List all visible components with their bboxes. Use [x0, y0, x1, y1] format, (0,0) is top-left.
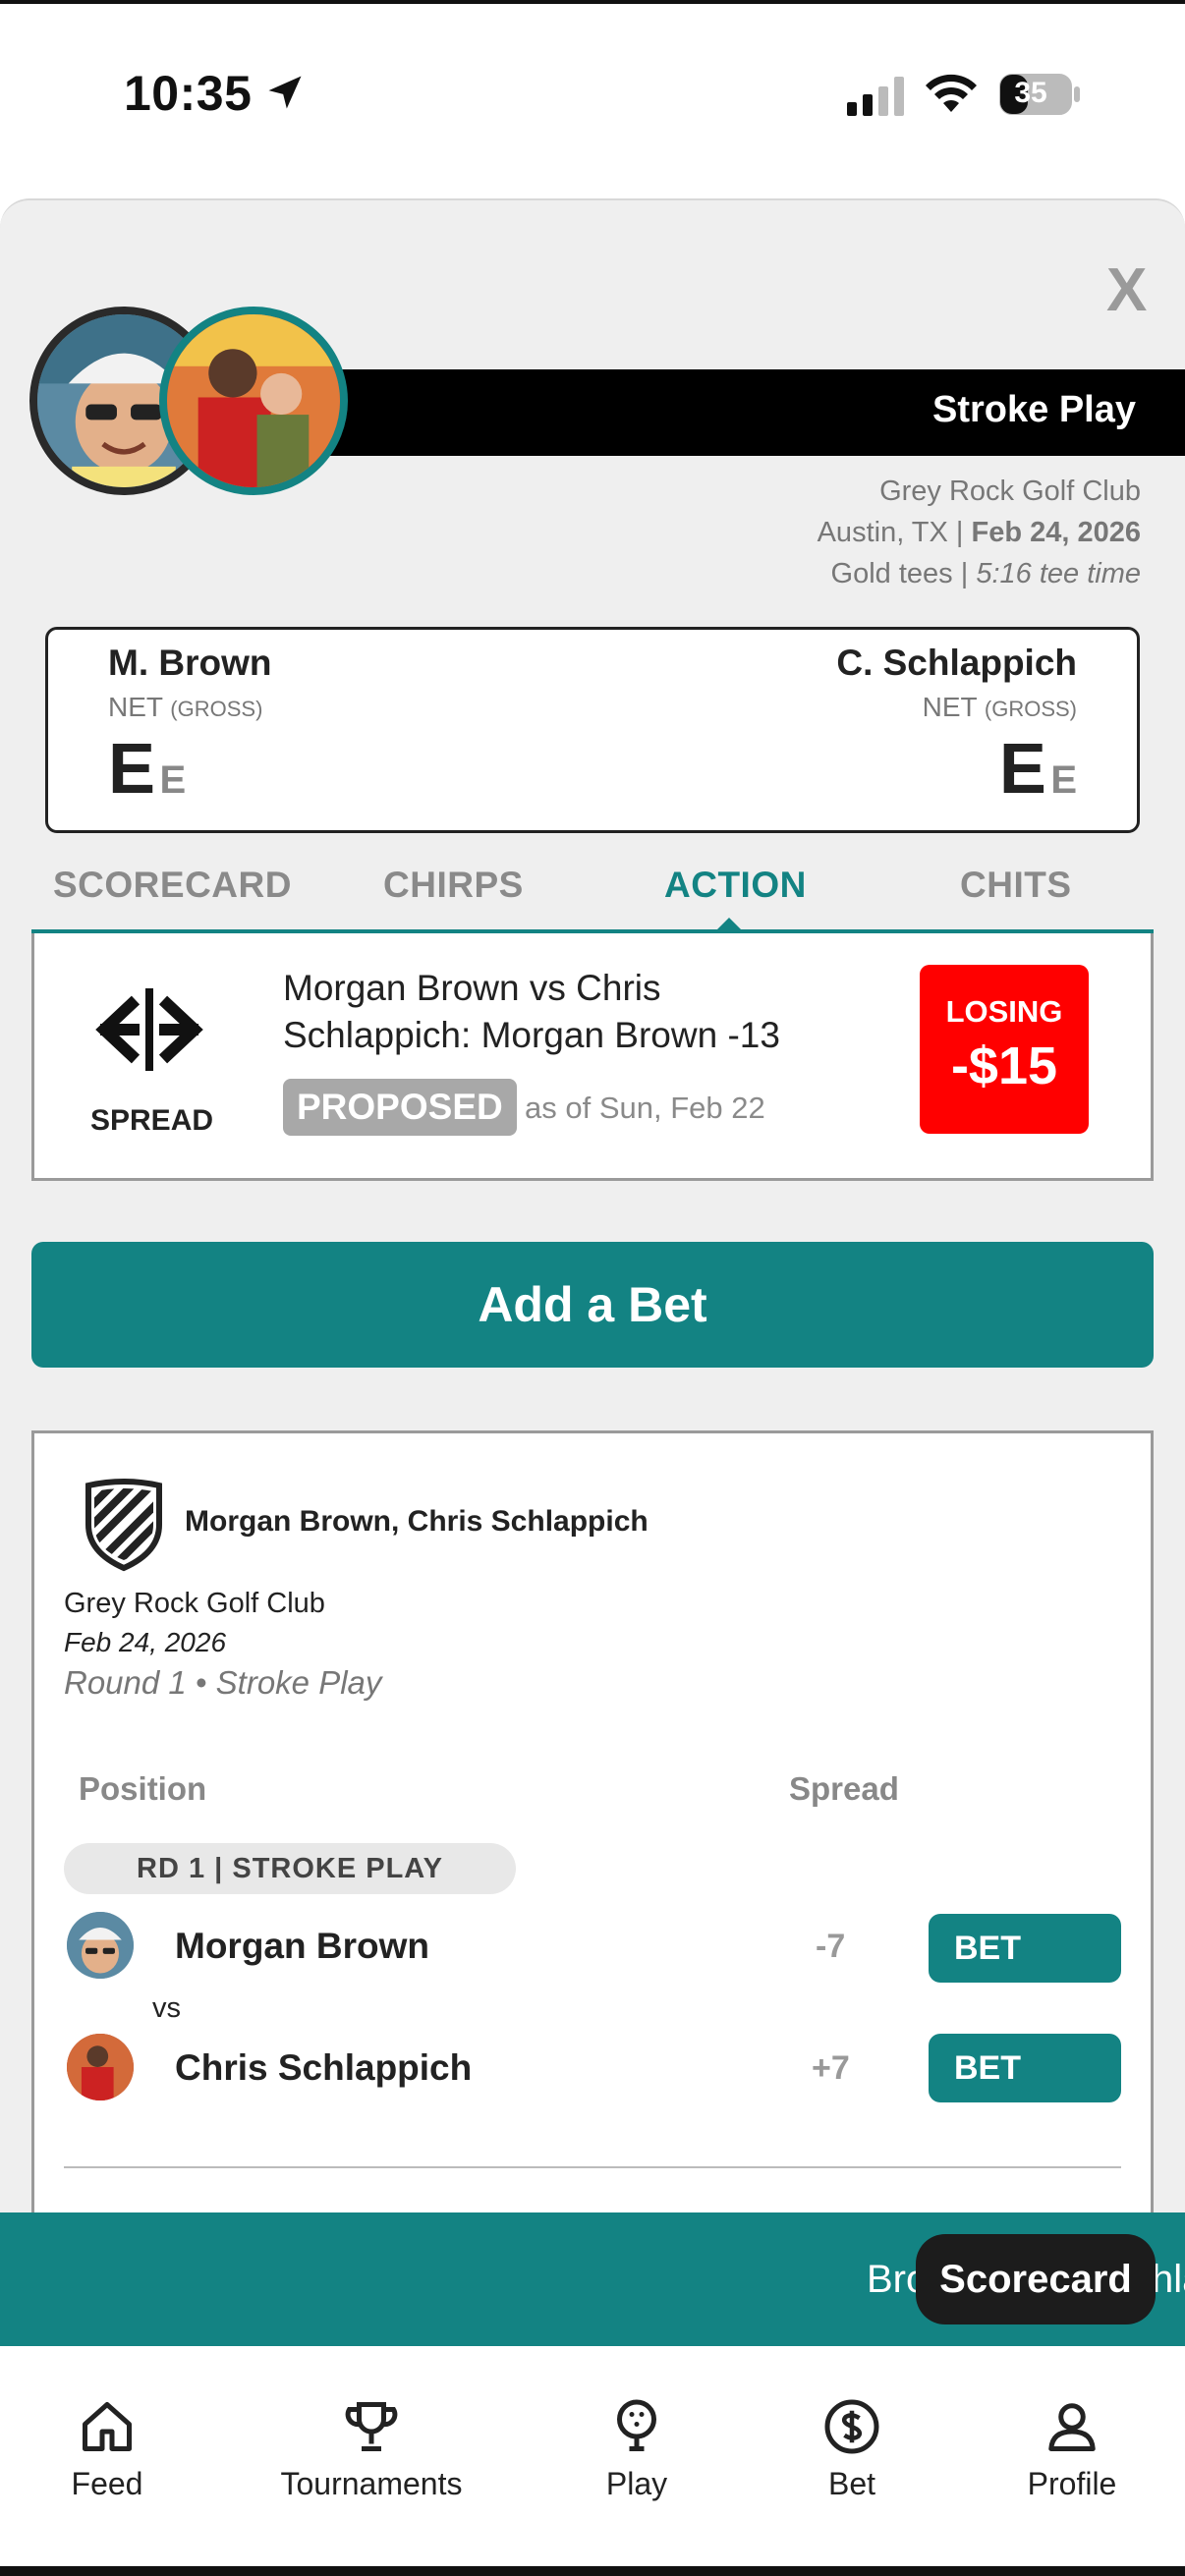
column-header-position: Position: [79, 1770, 207, 1807]
location-arrow-icon: [268, 76, 302, 109]
table-row-spread: +7: [812, 2049, 850, 2087]
ticker-text-right: hla: [1152, 2258, 1185, 2301]
tab-chirps[interactable]: CHIRPS: [383, 865, 524, 906]
golf-ball-icon: [617, 2399, 656, 2451]
match-type-title: Stroke Play: [932, 389, 1136, 430]
round-pill: RD 1 | STROKE PLAY: [64, 1843, 516, 1894]
tees-time: Gold tees | 5:16 tee time: [830, 558, 1141, 589]
detail-date: Feb 24, 2026: [64, 1627, 227, 1657]
nav-tournaments[interactable]: Tournaments: [273, 2397, 470, 2502]
bet-button[interactable]: BET: [929, 1914, 1121, 1983]
player1-net-score: E: [108, 730, 156, 809]
nav-label: Profile: [1027, 2466, 1117, 2501]
dollar-icon: [824, 2399, 879, 2454]
detail-players: Morgan Brown, Chris Schlappich: [185, 1505, 649, 1538]
avatar-photo-icon: [67, 1912, 134, 1979]
result-amount: -$15: [950, 1036, 1058, 1095]
trophy-icon: [345, 2402, 398, 2451]
player2-name: C. Schlappich: [836, 643, 1077, 683]
vs-label: vs: [152, 1992, 181, 2024]
divider: [64, 2166, 1121, 2168]
detail-club: Grey Rock Golf Club: [64, 1588, 325, 1619]
player1-net-label: NET (GROSS): [108, 692, 262, 723]
battery-level: 35: [1014, 77, 1047, 109]
add-bet-button[interactable]: Add a Bet: [31, 1242, 1154, 1368]
bet-description: Morgan Brown vs Chris Schlappich: Morgan…: [283, 968, 780, 1056]
bet-as-of: as of Sun, Feb 22: [525, 1091, 765, 1125]
row-avatar-chris: [67, 2034, 134, 2100]
net-label: NET: [922, 692, 978, 722]
status-time: 10:35: [124, 66, 253, 121]
player2-photo-icon: [167, 314, 340, 487]
tab-scorecard[interactable]: SCORECARD: [53, 865, 292, 906]
tab-chits[interactable]: CHITS: [960, 865, 1072, 906]
table-row-spread: -7: [816, 1928, 846, 1965]
bottom-edge: [0, 2566, 1185, 2576]
location-text: Austin, TX: [817, 517, 948, 548]
spread-icon: [95, 988, 203, 1071]
home-icon: [83, 2402, 132, 2451]
avatar-photo-icon: [67, 2034, 134, 2100]
tee-time-text: 5:16 tee time: [976, 558, 1141, 589]
scorecard-floating-button[interactable]: Scorecard: [916, 2234, 1156, 2324]
tees-text: Gold tees: [830, 558, 953, 589]
net-label: NET: [108, 692, 163, 722]
row-avatar-morgan: [67, 1912, 134, 1979]
bet-status-badge: PROPOSED: [283, 1079, 517, 1136]
cellular-signal-icon: [847, 77, 904, 116]
nav-label: Play: [605, 2466, 668, 2501]
match-date: Feb 24, 2026: [971, 517, 1142, 548]
nav-bet[interactable]: Bet: [754, 2397, 950, 2502]
result-label: LOSING: [945, 994, 1063, 1029]
player2-avatar[interactable]: [159, 307, 348, 495]
player1-score: E E: [108, 729, 186, 810]
player2-gross-score: E: [1050, 758, 1077, 802]
player2-net-score: E: [998, 730, 1046, 809]
user-icon: [1048, 2403, 1096, 2451]
nav-play[interactable]: Play: [538, 2397, 735, 2502]
wifi-icon: [926, 74, 977, 112]
nav-profile[interactable]: Profile: [974, 2397, 1170, 2502]
nav-label: Tournaments: [280, 2466, 463, 2501]
location-date: Austin, TX | Feb 24, 2026: [817, 517, 1142, 548]
table-row-name: Chris Schlappich: [175, 2047, 473, 2088]
table-row-name: Morgan Brown: [175, 1926, 429, 1966]
bet-type-label: SPREAD: [90, 1104, 214, 1137]
nav-label: Bet: [827, 2466, 876, 2501]
detail-round: Round 1 • Stroke Play: [64, 1664, 382, 1701]
player1-gross-score: E: [159, 758, 187, 802]
club-name-text: Grey Rock Golf Club: [879, 476, 1141, 507]
shield-icon: [85, 1479, 162, 1572]
bet-result-badge: LOSING -$15: [920, 965, 1089, 1134]
bet-detail-card: [31, 1430, 1154, 2236]
club-name: Grey Rock Golf Club: [879, 476, 1141, 508]
gross-label: (GROSS): [170, 697, 263, 721]
tab-action[interactable]: ACTION: [664, 865, 807, 906]
active-tab-caret: [715, 918, 743, 931]
player2-net-label: NET (GROSS): [923, 692, 1077, 723]
gross-label: (GROSS): [984, 697, 1077, 721]
player2-score: E E: [999, 729, 1077, 810]
column-header-spread: Spread: [789, 1770, 899, 1807]
player1-name: M. Brown: [108, 643, 272, 683]
bet-button[interactable]: BET: [929, 2034, 1121, 2102]
close-button[interactable]: X: [1106, 255, 1147, 325]
nav-label: Feed: [71, 2466, 143, 2501]
nav-feed[interactable]: Feed: [9, 2397, 205, 2502]
